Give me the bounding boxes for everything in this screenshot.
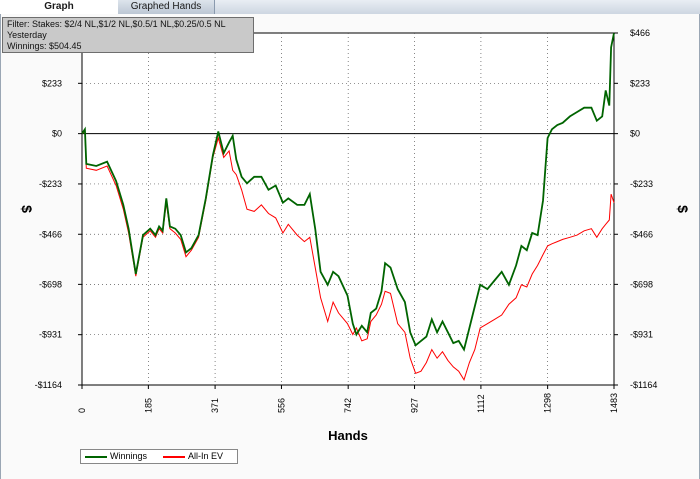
y-tick-label-right: -$466 [630,229,653,239]
x-tick-label: 1483 [609,393,619,413]
legend-label-winnings: Winnings [110,451,148,461]
x-tick-label: 556 [276,398,286,413]
y-tick-label-right: -$698 [630,279,653,289]
x-tick-label: 1112 [476,394,486,413]
legend-item-winnings: Winnings [85,450,147,463]
winnings-text: Winnings: $504.45 [7,41,82,51]
x-tick-label: 1298 [543,393,553,413]
y-tick-label-right: $466 [630,28,650,38]
y-tick-label-left: $0 [52,129,62,139]
filter-info-box: Filter: Stakes: $2/4 NL,$1/2 NL,$0.5/1 N… [2,17,254,53]
x-tick-label: 742 [343,398,353,413]
y-tick-label-right: -$233 [630,179,653,189]
y-tick-label-left: $233 [42,78,62,88]
chart-legend: Winnings All-In EV [80,449,238,464]
legend-item-allin-ev: All-In EV [163,450,223,463]
y-tick-label-left: -$931 [39,330,62,340]
y-axis-label-left: $ [19,205,35,213]
y-axis-label-right: $ [675,205,691,213]
filter-text: Filter: Stakes: $2/4 NL,$1/2 NL,$0.5/1 N… [7,19,226,29]
y-tick-label-left: -$233 [39,179,62,189]
y-tick-label-left: -$698 [39,279,62,289]
x-tick-label: 927 [410,398,420,413]
legend-line-winnings [85,455,107,458]
y-tick-label-left: -$1164 [35,380,62,390]
x-tick-label: 371 [210,398,220,413]
x-axis-label: Hands [328,428,368,443]
period-text: Yesterday [7,30,47,40]
y-axis-right: $466 $233 $0 -$233 -$466 -$698 -$931 -$1164 [614,28,657,390]
legend-line-allin-ev [163,455,185,458]
y-tick-label-right: -$931 [630,330,653,340]
y-tick-label-left: -$466 [39,229,62,239]
y-tick-label-right: -$1164 [630,380,657,390]
x-tick-label: 0 [77,408,87,413]
x-axis: 0 185 371 556 742 927 1112 1298 1483 [77,385,619,413]
y-axis-left: $466$233$0-$233-$466-$698-$931-$1164 [35,28,82,390]
y-tick-label-right: $0 [630,129,640,139]
y-tick-label-right: $233 [630,78,650,88]
winnings-chart: $466 $233 $0 -$233 -$466 -$698 -$931 -$1164 $46… [19,28,691,443]
legend-label-allin-ev: All-In EV [188,451,224,461]
x-tick-label: 185 [143,398,153,413]
